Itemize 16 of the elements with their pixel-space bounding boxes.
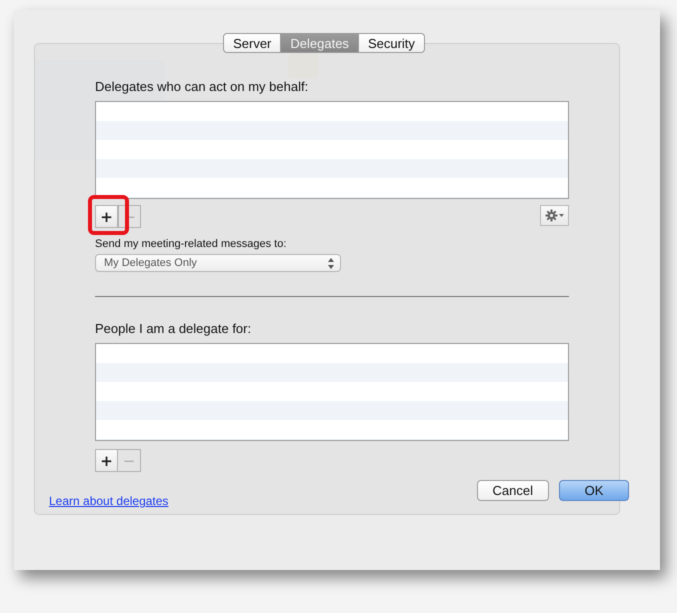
list-box[interactable]	[95, 343, 569, 441]
add-button[interactable]: +	[95, 449, 118, 472]
updown-arrows-icon	[328, 258, 334, 268]
gear-icon	[544, 209, 564, 222]
gear-menu-button[interactable]	[540, 205, 569, 226]
learn-link[interactable]: Learn about delegates	[49, 494, 168, 508]
list-box[interactable]	[95, 101, 569, 199]
cancel-button[interactable]: Cancel	[476, 480, 549, 501]
ok-button[interactable]: OK	[559, 480, 629, 501]
people-label: People I am a delegate for:	[95, 321, 252, 336]
tab[interactable]: Security	[358, 33, 425, 53]
send-to-popup[interactable]: My Delegates Only	[95, 254, 341, 272]
send-to-label: Send my meeting-related messages to:	[95, 238, 286, 250]
delegates-label: Delegates who can act on my behalf:	[95, 79, 308, 94]
add-button[interactable]: +	[95, 205, 118, 228]
tab[interactable]: Server	[223, 33, 282, 53]
